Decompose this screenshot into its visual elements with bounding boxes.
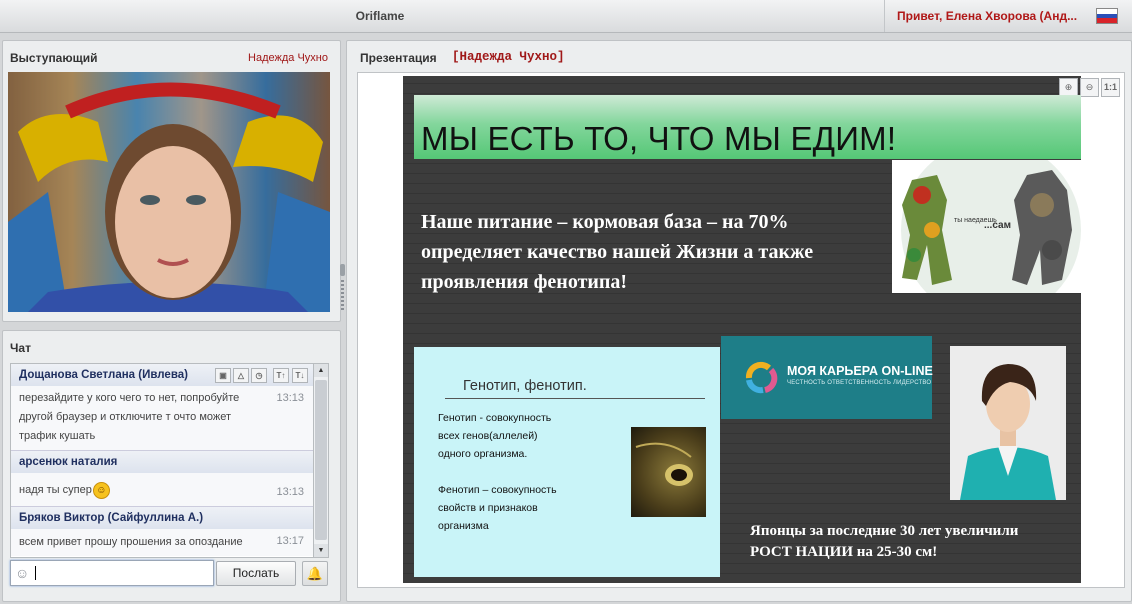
- scroll-up-icon[interactable]: ▲: [314, 364, 328, 377]
- chat-message-list[interactable]: Дощанова Светлана (Ивлева) ▣ △ ◷ T↑ T↓ п…: [10, 363, 315, 558]
- chat-message-time: 13:13: [276, 392, 304, 404]
- chat-message-line: всем привет прошу прошения за опоздание: [19, 536, 243, 548]
- genotype-divider: [445, 398, 705, 399]
- career-subtitle: ЧЕСТНОСТЬ ОТВЕТСТВЕННОСТЬ ЛИДЕРСТВО: [787, 380, 932, 386]
- genotype-line: всех генов(аллелей): [438, 430, 538, 442]
- chat-message-line: надя ты супер: [19, 484, 92, 496]
- slide-main-text: Наше питание – кормовая база – на 70% оп…: [421, 211, 814, 293]
- chat-message: всем привет прошу прошения за опоздание …: [11, 529, 314, 556]
- chat-message-line: перезайдите у кого чего то нет, попробуй…: [19, 392, 240, 404]
- chat-message-time: 13:13: [276, 486, 304, 498]
- zoom-out-icon[interactable]: ⊖: [1080, 78, 1099, 97]
- notification-bell-icon[interactable]: 🔔: [302, 561, 328, 586]
- chat-scrollbar[interactable]: ▲ ▼: [313, 363, 329, 558]
- butterfly-image: [631, 427, 706, 517]
- send-button[interactable]: Послать: [216, 561, 296, 586]
- zoom-actual-size-button[interactable]: 1:1: [1101, 78, 1120, 97]
- japan-text-line: РОСТ НАЦИИ на 25-30 см!: [750, 544, 938, 560]
- chat-message-time: 13:17: [276, 535, 304, 547]
- scroll-down-icon[interactable]: ▼: [314, 544, 328, 557]
- japan-text-line: Японцы за последние 30 лет увеличили: [750, 523, 1019, 539]
- font-increase-icon[interactable]: T↑: [273, 368, 289, 383]
- career-title: МОЯ КАРЬЕРА ON-LINE: [787, 364, 933, 378]
- slide-title: МЫ ЕСТЬ ТО, ЧТО МЫ ЕДИМ!: [421, 120, 897, 157]
- genotype-title: Генотип, фенотип.: [463, 378, 587, 394]
- warn-icon[interactable]: △: [233, 368, 249, 383]
- font-decrease-icon[interactable]: T↓: [292, 368, 308, 383]
- clock-icon[interactable]: ◷: [251, 368, 267, 383]
- chat-input[interactable]: ☺: [10, 560, 214, 586]
- chat-message-line: трафик кушать: [19, 430, 96, 442]
- phenotype-line: свойств и признаков: [438, 502, 538, 514]
- presenter-video: [8, 72, 330, 312]
- young-man-image: [950, 346, 1066, 500]
- text-cursor: [35, 566, 36, 580]
- chat-author-name: Бряков Виктор (Сайфуллина А.): [19, 512, 204, 524]
- user-greeting[interactable]: Привет, Елена Хворова (Анд...: [884, 0, 1084, 32]
- presenter-panel-title: Выступающий: [10, 51, 98, 65]
- chat-author-name: арсенюк наталия: [19, 456, 118, 468]
- chat-message-author: Бряков Виктор (Сайфуллина А.): [11, 506, 314, 529]
- private-message-icon[interactable]: ▣: [215, 368, 231, 383]
- language-flag-icon[interactable]: [1096, 8, 1118, 24]
- presenter-name: Надежда Чухно: [248, 52, 328, 64]
- chat-panel-title: Чат: [10, 341, 31, 355]
- scroll-thumb[interactable]: [315, 380, 327, 540]
- chat-message-author: Дощанова Светлана (Ивлева) ▣ △ ◷ T↑ T↓: [11, 364, 314, 386]
- japan-growth-text: Японцы за последние 30 лет увеличили РОС…: [750, 521, 1018, 563]
- top-bar: Oriflame Привет, Елена Хворова (Анд...: [0, 0, 1132, 33]
- food-caption: ...сам: [984, 220, 1011, 231]
- food-silhouette-image: ты наедаешь ...сам: [892, 160, 1091, 293]
- genotype-line: одного организма.: [438, 448, 528, 460]
- career-logo-icon: [745, 361, 778, 394]
- chat-message-line: другой браузер и отключите т очто может: [19, 411, 232, 423]
- presentation-presenter: [Надежда Чухно]: [452, 50, 565, 64]
- smiley-icon: ☺: [92, 481, 110, 499]
- genotype-line: Генотип - совокупность: [438, 412, 552, 424]
- chat-message-author: арсенюк наталия: [11, 450, 314, 473]
- panel-resize-handle[interactable]: [340, 264, 345, 314]
- emoticon-icon[interactable]: ☺: [15, 565, 29, 581]
- phenotype-line: Фенотип – совокупность: [438, 484, 557, 496]
- phenotype-definition: Фенотип – совокупность свойств и признак…: [438, 481, 557, 535]
- app-title: Oriflame: [355, 9, 405, 23]
- chat-author-name: Дощанова Светлана (Ивлева): [19, 369, 188, 381]
- chat-message: перезайдите у кого чего то нет, попробуй…: [11, 386, 314, 450]
- presentation-panel-title: Презентация: [360, 51, 437, 65]
- phenotype-line: организма: [438, 520, 489, 532]
- genotype-definition: Генотип - совокупность всех генов(аллеле…: [438, 409, 551, 463]
- chat-message: надя ты супер ☺ 13:13: [11, 473, 314, 506]
